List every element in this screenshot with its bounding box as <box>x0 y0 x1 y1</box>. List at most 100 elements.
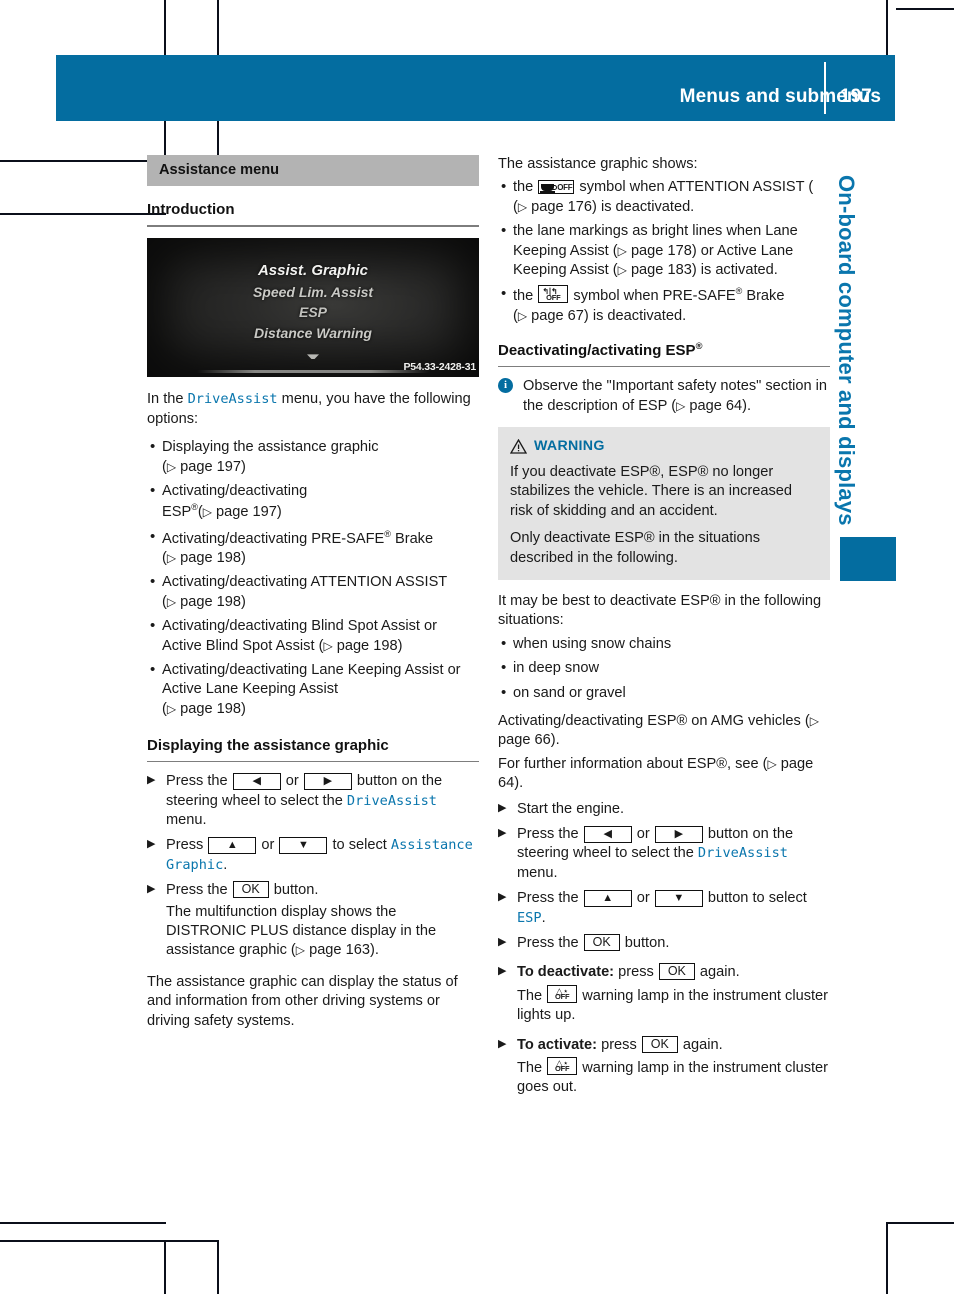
step3-detail-ref: page 163 <box>309 942 370 959</box>
crop-mark-bottom-left-v <box>164 1240 166 1294</box>
ok-button-icon[interactable]: OK <box>641 1035 678 1053</box>
crop-mark-bottom-right-h <box>886 1222 954 1224</box>
info-note-text-a: Observe the "Important safety notes" sec… <box>523 378 828 414</box>
activate-detail-a: The <box>517 1060 547 1077</box>
bullet1-ref2: page 183 <box>630 262 692 279</box>
step-press-ok-esp: Press the OK button. <box>498 934 830 953</box>
ok-button-icon[interactable]: OK <box>583 934 620 951</box>
further-info-paragraph: For further information about ESP®, see … <box>498 755 814 792</box>
step2-or: or <box>257 837 279 854</box>
esp-steps-list: Start the engine. Press the ◀ or ▶ butto… <box>498 800 830 1098</box>
activate-detail: The △⋆ OFF warning lamp in the instrument… <box>517 1057 830 1098</box>
step3-detail-b: ). <box>369 942 379 959</box>
ok-button-icon[interactable]: OK <box>232 881 269 899</box>
esp-step2-menu: ESP <box>517 909 542 926</box>
list-item: when using snow chains <box>498 634 830 654</box>
crop-mark-top-right-h <box>896 8 954 10</box>
mfd-item-esp: ESP <box>298 304 327 321</box>
warning-header: WARNING <box>510 437 818 456</box>
page-number: 197 <box>840 86 872 107</box>
mfd-menu-list: Assist. Graphic Speed Lim. Assist ESP Di… <box>147 260 479 343</box>
warning-paragraph-2: Only deactivate ESP® in the situations d… <box>510 530 761 566</box>
crop-mark-top-right-v <box>886 0 888 56</box>
warning-label: WARNING <box>534 438 605 454</box>
list-item: Activating/deactivating PRE-SAFE® Brake(… <box>147 527 479 569</box>
info-note: i Observe the "Important safety notes" s… <box>498 377 830 416</box>
list-item: Activating/deactivating Lane Keeping Ass… <box>147 660 479 719</box>
arrow-down-button-icon[interactable]: ▼ <box>654 890 703 908</box>
amg-text-a: Activating/deactivating ESP® on AMG vehi… <box>498 712 810 729</box>
list-item: Activating/deactivatingESP®(▷ page 197) <box>147 481 479 523</box>
step-to-deactivate: To deactivate: press OK again. The △⋆OFF… <box>498 963 830 1025</box>
step-start-engine: Start the engine. <box>498 800 830 819</box>
list-item: on sand or gravel <box>498 683 830 703</box>
bullet0-tail: ) is deactivated. <box>592 198 695 215</box>
info-note-ref: page 64 <box>689 397 743 414</box>
mfd-image-code: P54.33-2428-31 <box>403 361 476 374</box>
heading-introduction: Introduction <box>147 201 235 219</box>
info-note-text-b: ). <box>742 397 752 414</box>
arrow-left-button-icon[interactable]: ◀ <box>583 825 632 843</box>
list-item: the OFF symbol when ATTENTION ASSIST ( (… <box>498 177 830 217</box>
step2-text-c: . <box>223 856 228 873</box>
bullet0-before: the <box>513 179 538 196</box>
arrow-up-button-icon[interactable]: ▲ <box>583 890 632 908</box>
right-column: The assistance graphic shows: the OFF sy… <box>498 155 830 1107</box>
crop-mark-bottom-right-v <box>886 1222 888 1294</box>
deactivate-a: press <box>614 964 658 981</box>
step2-text-a: Press <box>166 837 208 854</box>
bullet1-tail: ) is activated. <box>691 262 778 279</box>
crop-mark-bottom-left-h <box>0 1222 166 1224</box>
step-press-up-down: Press ▲ or ▼ to select Assistance Graphi… <box>147 836 479 875</box>
heading-displaying-assistance-graphic: Displaying the assistance graphic <box>147 737 389 755</box>
heading-rule-introduction <box>147 225 479 228</box>
arrow-down-button-icon[interactable]: ▼ <box>279 837 328 855</box>
arrow-right-button-icon[interactable]: ▶ <box>654 825 703 843</box>
deactivate-detail: The △⋆ OFF warning lamp in the instrument… <box>517 984 830 1026</box>
deactivate-b: again. <box>695 964 740 981</box>
mfd-item-speed-lim-assist: Speed Lim. Assist <box>252 284 374 301</box>
esp-step1-c: menu. <box>517 864 558 881</box>
intro-paragraph: In the DriveAssist menu, you have the fo… <box>147 390 479 429</box>
bullet2-tail: ) is deactivated. <box>583 307 687 324</box>
warning-box: WARNING If you deactivate ESP®, ESP® no … <box>498 427 830 580</box>
header-divider <box>824 62 826 114</box>
list-item: the ↰∣↰OFF symbol when PRE-SAFE® Brake(▷… <box>498 284 830 326</box>
mfd-bottom-highlight <box>197 370 429 374</box>
list-item: Activating/deactivating Blind Spot Assis… <box>147 616 479 656</box>
step3-text-a: Press the <box>166 882 232 899</box>
arrow-right-button-icon[interactable]: ▶ <box>303 773 352 791</box>
heading-rule-displaying <box>147 761 479 763</box>
step2-text-b: to select <box>328 837 391 854</box>
crop-mark-bottom-left-h2 <box>0 1240 218 1242</box>
displaying-steps-list: Press the ◀ or ▶ button on the steering … <box>147 772 479 961</box>
crop-mark-bottom-left-v2 <box>217 1240 219 1294</box>
ok-button-icon[interactable]: OK <box>658 963 695 981</box>
step3-text-b: button. <box>269 882 319 899</box>
closing-paragraph: The assistance graphic can display the s… <box>147 973 458 1029</box>
assistance-graphic-bullets: the OFF symbol when ATTENTION ASSIST ( (… <box>498 177 830 326</box>
mfd-item-distance-warning: Distance Warning <box>254 324 372 341</box>
step-press-up-down-esp: Press the ▲ or ▼ button to select ESP. <box>498 889 830 928</box>
crop-mark-top-left-h <box>0 160 166 162</box>
further-text-a: For further information about ESP®, see … <box>498 755 768 772</box>
bullet1-ref: page 178 <box>630 242 692 259</box>
step-press-left-right: Press the ◀ or ▶ button on the steering … <box>147 772 479 830</box>
arrow-up-button-icon[interactable]: ▲ <box>208 837 257 855</box>
esp-step1-a: Press the <box>517 825 583 842</box>
warning-triangle-icon <box>510 438 527 454</box>
arrow-left-button-icon[interactable]: ◀ <box>232 773 281 791</box>
warning-paragraph-1: If you deactivate ESP®, ESP® no longer s… <box>510 463 793 519</box>
esp-off-warning-lamp-icon: △⋆ OFF <box>547 984 578 1003</box>
attention-assist-off-icon: OFF <box>538 180 575 195</box>
step1-menu-name: DriveAssist <box>346 792 437 809</box>
list-item: Activating/deactivating ATTENTION ASSIST… <box>147 572 479 612</box>
esp-step2-c: . <box>541 909 546 926</box>
chapter-side-marker <box>840 537 896 581</box>
crop-mark-top-left-h2 <box>0 213 166 215</box>
step1-text-c: menu. <box>166 811 207 828</box>
amg-paragraph: Activating/deactivating ESP® on AMG vehi… <box>498 712 819 749</box>
step3-detail: The multifunction display shows the DIST… <box>166 903 437 959</box>
step-press-left-right-esp: Press the ◀ or ▶ button on the steering … <box>498 825 830 883</box>
activate-a: press <box>597 1036 641 1053</box>
